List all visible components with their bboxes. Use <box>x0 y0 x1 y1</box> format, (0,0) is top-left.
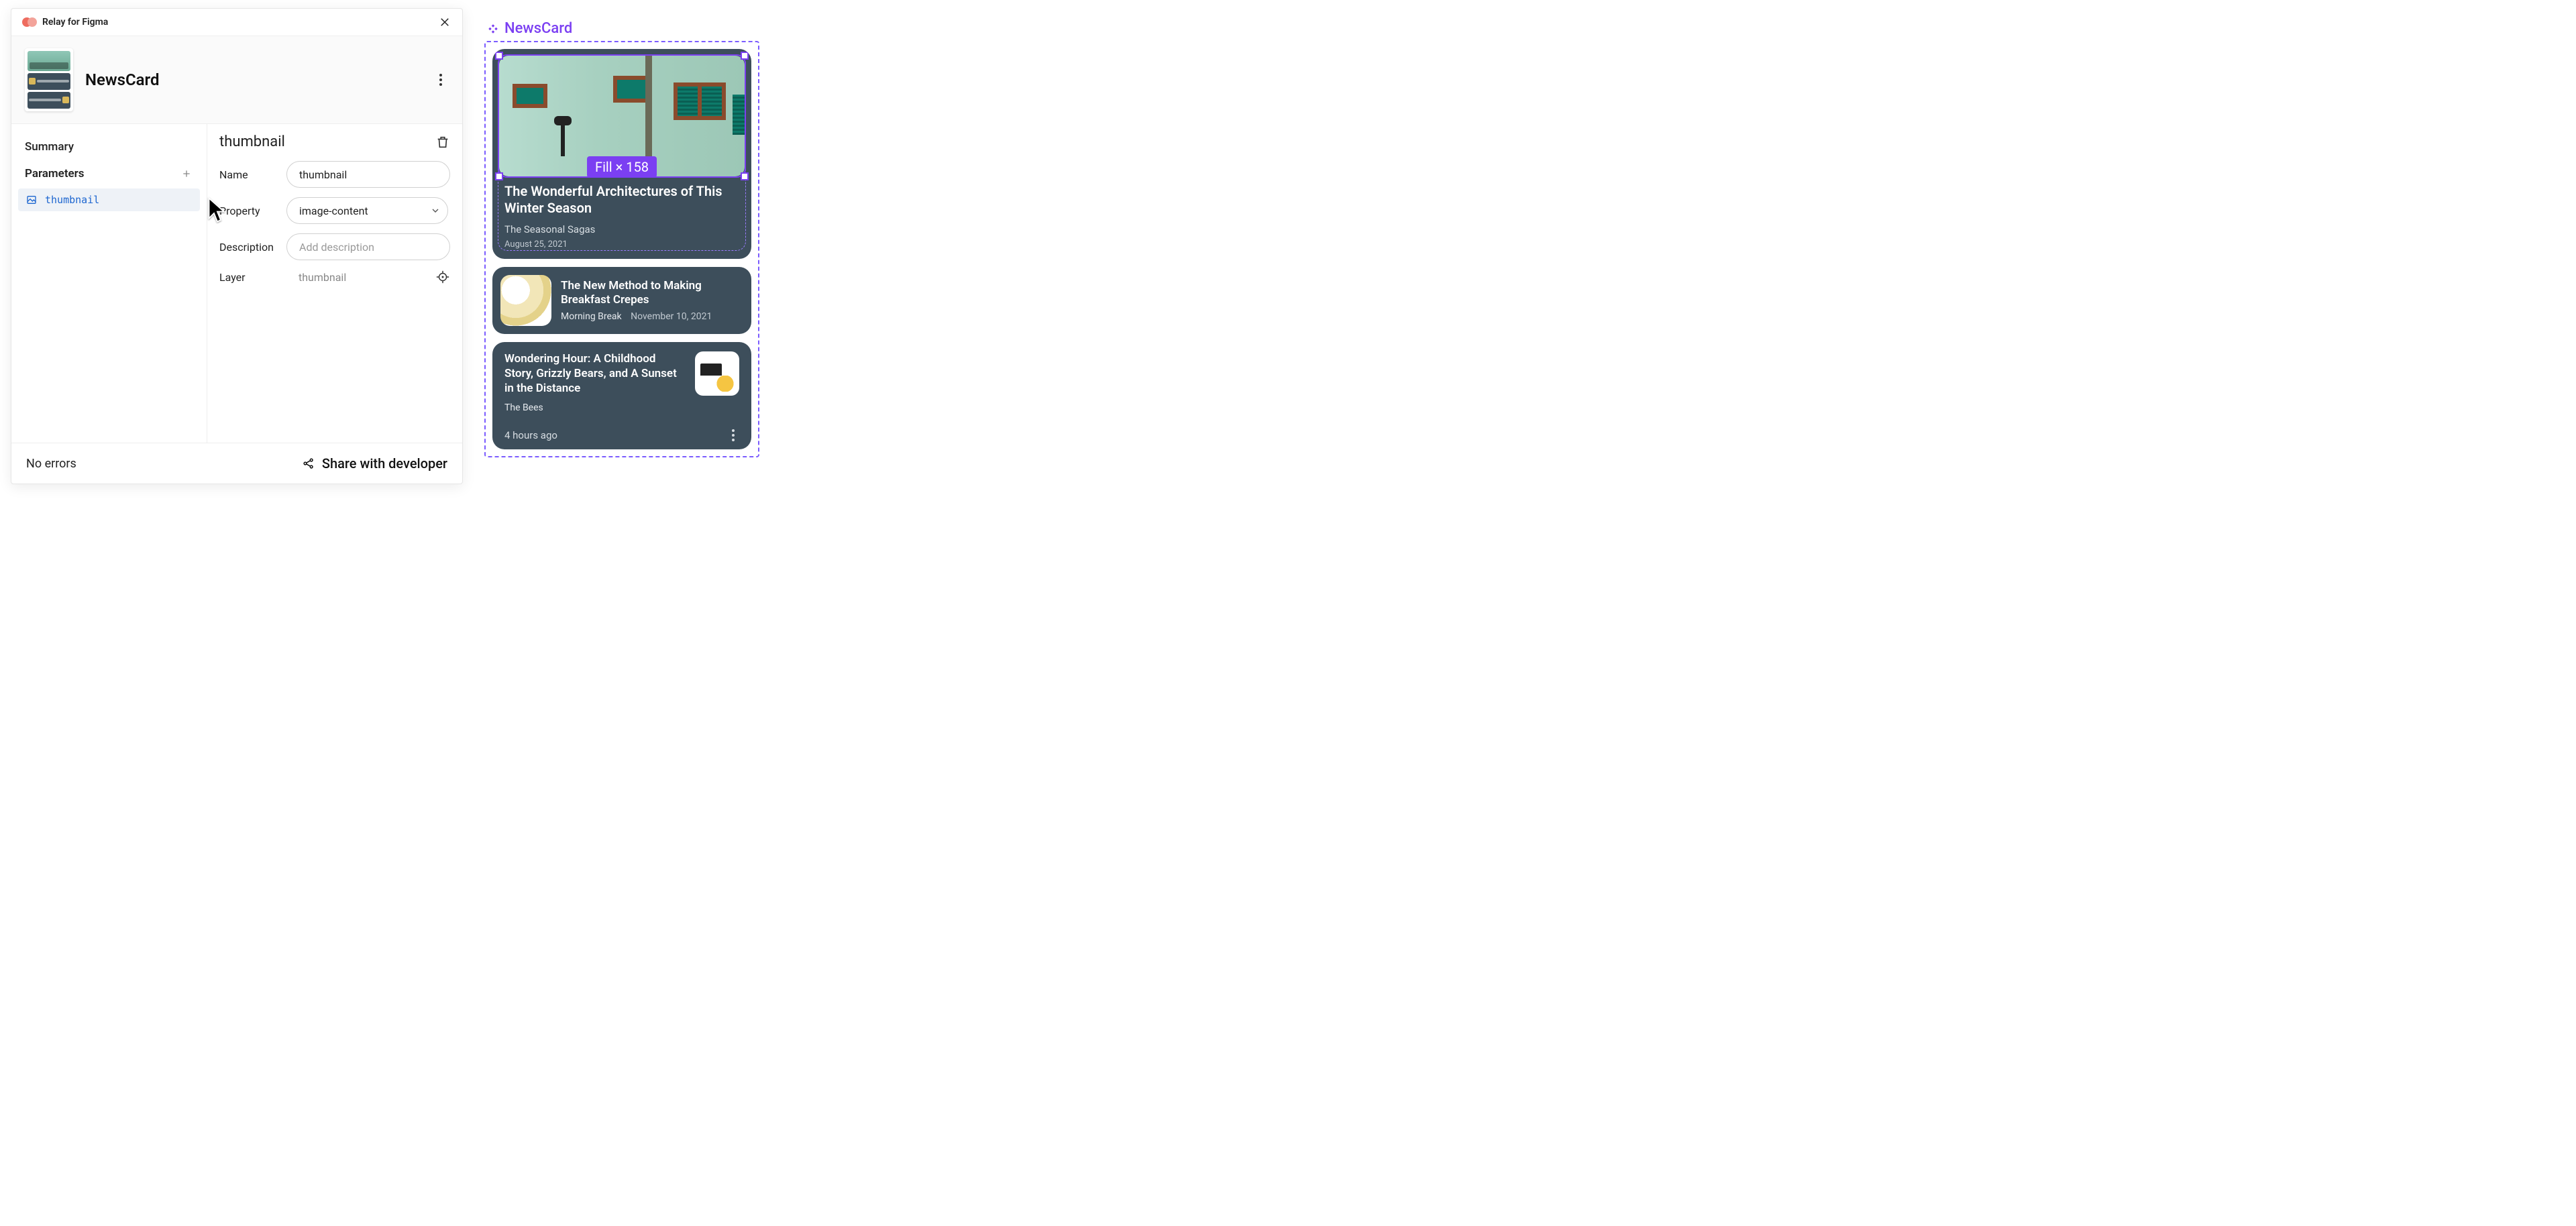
card-menu-button[interactable] <box>727 429 739 441</box>
description-input[interactable] <box>286 233 450 260</box>
row-thumbnail <box>500 275 551 326</box>
close-icon <box>439 16 451 28</box>
description-label: Description <box>219 241 277 254</box>
col-source: The Bees <box>504 402 739 413</box>
nav-parameters-label: Parameters <box>25 167 85 180</box>
component-header: NewsCard <box>11 36 462 124</box>
row-source: Morning Break <box>561 311 622 322</box>
detail-title: thumbnail <box>219 133 285 150</box>
hero-date: August 25, 2021 <box>504 239 739 249</box>
component-menu-button[interactable] <box>433 72 449 88</box>
plugin-title: Relay for Figma <box>42 17 108 27</box>
component-icon <box>487 23 499 35</box>
hero-title: The Wonderful Architectures of This Wint… <box>504 183 739 217</box>
hero-thumbnail-layer[interactable]: Fill × 158 <box>499 56 745 176</box>
plugin-footer: No errors Share with developer <box>11 443 462 484</box>
component-thumbnail <box>25 48 73 111</box>
layer-value: thumbnail <box>286 271 426 284</box>
relay-plugin-panel: Relay for Figma NewsCard Summary <box>11 8 463 484</box>
parameter-item-label: thumbnail <box>45 194 99 206</box>
component-name: NewsCard <box>85 70 159 89</box>
name-label: Name <box>219 168 277 181</box>
plugin-header: Relay for Figma <box>11 9 462 36</box>
name-input[interactable] <box>286 161 450 188</box>
share-label: Share with developer <box>322 455 447 471</box>
status-text: No errors <box>26 457 76 471</box>
nav-summary-label: Summary <box>25 140 74 154</box>
close-button[interactable] <box>438 15 451 29</box>
delete-button[interactable] <box>435 135 450 150</box>
selection-size-badge: Fill × 158 <box>587 156 657 178</box>
row-title: The New Method to Making Breakfast Crepe… <box>561 279 743 308</box>
plus-icon <box>181 168 192 179</box>
add-parameter-button[interactable] <box>180 167 193 180</box>
layer-label: Layer <box>219 271 277 284</box>
col-card[interactable]: Wondering Hour: A Childhood Story, Grizz… <box>492 342 751 449</box>
col-time: 4 hours ago <box>504 429 557 441</box>
detail-pane: thumbnail Name Property <box>207 124 462 443</box>
share-button[interactable]: Share with developer <box>302 455 447 471</box>
share-icon <box>302 457 315 470</box>
property-label: Property <box>219 205 277 217</box>
left-nav: Summary Parameters thumbnail <box>11 124 207 443</box>
image-icon <box>26 194 37 205</box>
figma-canvas: NewsCard <box>484 20 759 457</box>
col-thumbnail <box>695 351 739 396</box>
newscard-frame[interactable]: Fill × 158 The Wonderful Architectures o… <box>484 41 759 457</box>
nav-parameters[interactable]: Parameters <box>11 160 207 187</box>
col-title: Wondering Hour: A Childhood Story, Grizz… <box>504 351 686 396</box>
property-select[interactable] <box>286 197 448 224</box>
component-frame-label[interactable]: NewsCard <box>487 20 759 37</box>
locate-layer-button[interactable] <box>435 270 450 284</box>
component-frame-name: NewsCard <box>504 20 572 37</box>
row-date: November 10, 2021 <box>631 311 712 322</box>
row-card[interactable]: The New Method to Making Breakfast Crepe… <box>492 267 751 334</box>
relay-logo-icon <box>22 17 37 27</box>
hero-card[interactable]: Fill × 158 The Wonderful Architectures o… <box>492 49 751 259</box>
parameter-item-thumbnail[interactable]: thumbnail <box>18 188 200 211</box>
hero-source: The Seasonal Sagas <box>504 223 739 235</box>
nav-summary[interactable]: Summary <box>11 133 207 160</box>
